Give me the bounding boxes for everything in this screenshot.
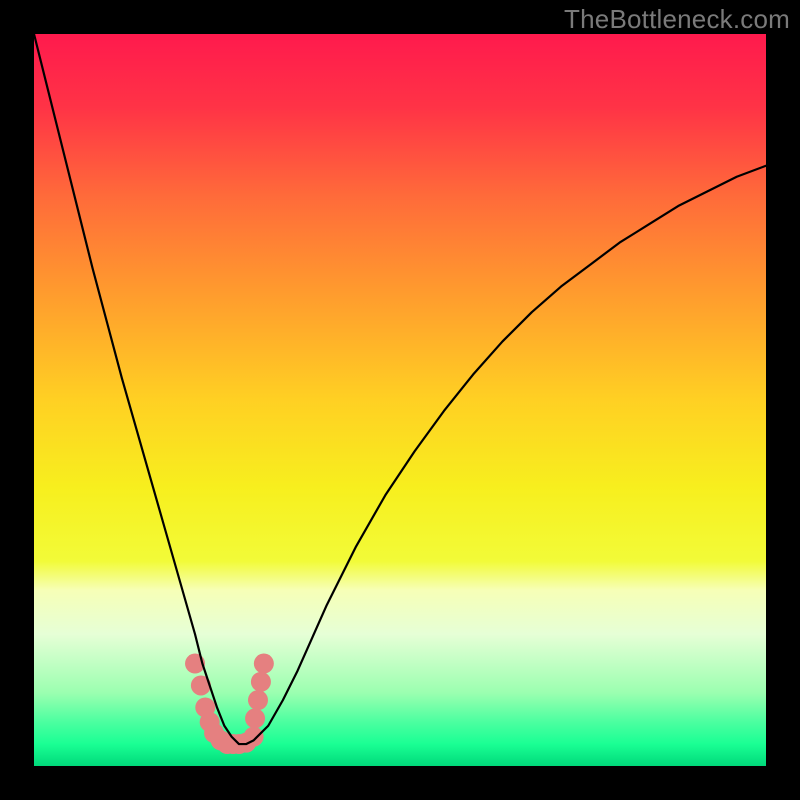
- chart-container: TheBottleneck.com: [0, 0, 800, 800]
- marker-dot: [254, 654, 274, 674]
- marker-dot: [251, 672, 271, 692]
- marker-dot: [245, 708, 265, 728]
- gradient-background: [34, 34, 766, 766]
- bottleneck-curve-chart: [34, 34, 766, 766]
- plot-area: [34, 34, 766, 766]
- marker-dot: [248, 690, 268, 710]
- watermark-text: TheBottleneck.com: [564, 4, 790, 35]
